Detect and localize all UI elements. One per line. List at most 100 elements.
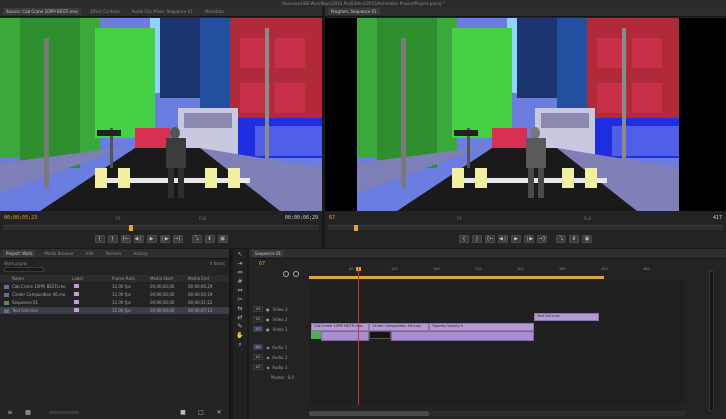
overwrite-icon[interactable]: ⬇ <box>204 235 215 243</box>
step-forward-icon[interactable]: ❘▶ <box>159 235 170 243</box>
clip-opacity[interactable]: Opacity:Opacity ▾ <box>429 323 534 331</box>
source-playhead[interactable] <box>129 225 133 231</box>
track-target-v1[interactable]: V1 <box>253 326 263 332</box>
mark-in-icon[interactable]: { <box>94 235 105 243</box>
rolling-edit-tool-icon[interactable]: # <box>236 278 244 285</box>
master-value[interactable]: 0.0 <box>288 375 294 380</box>
new-bin-icon[interactable]: ■ <box>179 409 187 416</box>
selection-tool-icon[interactable]: ↖ <box>236 251 244 258</box>
program-viewer[interactable] <box>325 18 726 211</box>
timeline-timecode[interactable]: 67 <box>259 261 265 267</box>
tab-effect-controls[interactable]: Effect Controls <box>87 8 122 15</box>
clip-cinder-composition[interactable]: Cinder Composition 46.mov <box>369 323 429 331</box>
col-media-end[interactable]: Media End <box>188 276 226 281</box>
slide-tool-icon[interactable]: ⇄ <box>236 314 244 321</box>
hand-tool-icon[interactable]: ✋ <box>236 332 244 339</box>
track-target-a1[interactable]: A1 <box>253 344 263 350</box>
tab-source[interactable]: Source: Cab Crane 10PPI BESTI.mov <box>3 8 82 15</box>
goto-out-icon[interactable]: →} <box>537 235 547 243</box>
icon-view-icon[interactable]: ▦ <box>24 409 32 416</box>
extract-icon[interactable]: ⬇ <box>569 235 579 243</box>
speaker-icon[interactable]: ◀ <box>266 355 269 360</box>
step-back-icon[interactable]: ◀❘ <box>498 235 508 243</box>
tab-program[interactable]: Program: Sequence 01 <box>328 8 380 15</box>
track-name-v3: Video 3 <box>272 306 288 312</box>
insert-icon[interactable]: ⤵ <box>191 235 202 243</box>
ripple-edit-tool-icon[interactable]: ⇔ <box>236 269 244 276</box>
tracks-area[interactable] <box>309 281 686 405</box>
new-item-icon[interactable]: □ <box>197 409 205 416</box>
track-target-a3[interactable]: A3 <box>253 364 263 370</box>
zoom-slider[interactable] <box>49 410 79 414</box>
rate-stretch-tool-icon[interactable]: ↭ <box>236 287 244 294</box>
tab-media-browser[interactable]: Media Browser <box>41 250 77 257</box>
slip-tool-icon[interactable]: ⇆ <box>236 305 244 312</box>
play-icon[interactable]: ▶ <box>511 235 521 243</box>
mark-in-icon[interactable]: { <box>459 235 469 243</box>
tab-project[interactable]: Project: Work <box>3 250 36 257</box>
track-header-a3: A3 ◀ Audio 3 <box>253 363 307 371</box>
project-row[interactable]: Cab Crane 10PPI BESTI.mo 12.00 fps 00;00… <box>0 283 229 290</box>
timeline-scroll-thumb[interactable] <box>309 411 429 416</box>
track-target-v3[interactable]: V3 <box>253 306 263 312</box>
tab-sequence-01[interactable]: Sequence 01 <box>252 250 285 257</box>
tab-metadata[interactable]: Metadata <box>202 8 227 15</box>
speaker-icon[interactable]: ◀ <box>266 365 269 370</box>
project-row[interactable]: Cinder Composition 46.mo 12.00 fps 00;00… <box>0 291 229 298</box>
program-playhead[interactable] <box>354 225 358 231</box>
ruler-tick: 300 <box>517 267 524 271</box>
list-view-icon[interactable]: ≡ <box>6 409 14 416</box>
pen-tool-icon[interactable]: ✎ <box>236 323 244 330</box>
col-media-start[interactable]: Media Start <box>150 276 188 281</box>
program-timecode-in[interactable]: 67 <box>329 215 335 221</box>
lift-icon[interactable]: ⤵ <box>556 235 566 243</box>
source-resolution-select[interactable]: Full <box>199 216 206 221</box>
clear-icon[interactable]: ✕ <box>215 409 223 416</box>
play-icon[interactable]: ▶ <box>146 235 157 243</box>
step-forward-icon[interactable]: ❘▶ <box>524 235 534 243</box>
tab-audio-clip-mixer[interactable]: Audio Clip Mixer: Sequence 01 <box>129 8 196 15</box>
project-row[interactable]: Text Fall.mov 12.00 fps 00;00;00;00 00;0… <box>0 307 229 314</box>
razor-tool-icon[interactable]: ✂ <box>236 296 244 303</box>
program-scrubber[interactable] <box>328 225 723 231</box>
mark-out-icon[interactable]: } <box>472 235 482 243</box>
track-select-tool-icon[interactable]: ⇥ <box>236 260 244 267</box>
clip-text-fall[interactable]: Text Fall.mov <box>534 313 599 321</box>
goto-out-icon[interactable]: →} <box>172 235 183 243</box>
export-frame-icon[interactable]: ▣ <box>217 235 228 243</box>
col-label[interactable]: Label <box>72 276 112 281</box>
clip-audio-2[interactable] <box>391 331 534 341</box>
program-resolution-select[interactable]: Full <box>584 216 591 221</box>
linked-selection-icon[interactable] <box>293 271 299 277</box>
source-zoom-select[interactable]: Fit <box>116 216 121 221</box>
goto-in-icon[interactable]: {← <box>120 235 131 243</box>
clip-cab-crane[interactable]: Cab Crane 10PPI BESTI.mov <box>311 323 369 331</box>
project-search-input[interactable] <box>4 267 44 272</box>
zoom-tool-icon[interactable]: ⌕ <box>236 341 244 348</box>
mark-out-icon[interactable]: } <box>107 235 118 243</box>
timeline-scrollbar[interactable] <box>309 411 686 416</box>
track-target-a2[interactable]: A2 <box>253 354 263 360</box>
col-frame-rate[interactable]: Frame Rate <box>112 276 150 281</box>
eye-icon[interactable]: ● <box>266 307 270 312</box>
work-area-bar[interactable] <box>309 276 604 279</box>
export-frame-icon[interactable]: ▣ <box>582 235 592 243</box>
item-name: Cab Crane 10PPI BESTI.mo <box>12 284 66 289</box>
tab-history[interactable]: History <box>130 250 150 257</box>
eye-icon[interactable]: ● <box>266 327 270 332</box>
clip-audio-1[interactable] <box>321 331 369 341</box>
tab-markers[interactable]: Markers <box>103 250 125 257</box>
snap-icon[interactable] <box>283 271 289 277</box>
source-viewer[interactable] <box>0 18 322 211</box>
step-back-icon[interactable]: ◀❘ <box>133 235 144 243</box>
goto-in-icon[interactable]: {← <box>485 235 495 243</box>
tab-info[interactable]: Info <box>83 250 97 257</box>
source-scrubber[interactable] <box>3 225 319 231</box>
col-name[interactable]: Name <box>0 276 72 281</box>
source-timecode-in[interactable]: 00;00;05;23 <box>4 215 37 221</box>
program-zoom-select[interactable]: Fit <box>457 216 462 221</box>
eye-icon[interactable]: ● <box>266 317 270 322</box>
speaker-icon[interactable]: ◀ <box>266 345 269 350</box>
track-target-v2[interactable]: V2 <box>253 316 263 322</box>
project-row[interactable]: Sequence 01 12.00 fps 00;00;00;00 00;00;… <box>0 299 229 306</box>
